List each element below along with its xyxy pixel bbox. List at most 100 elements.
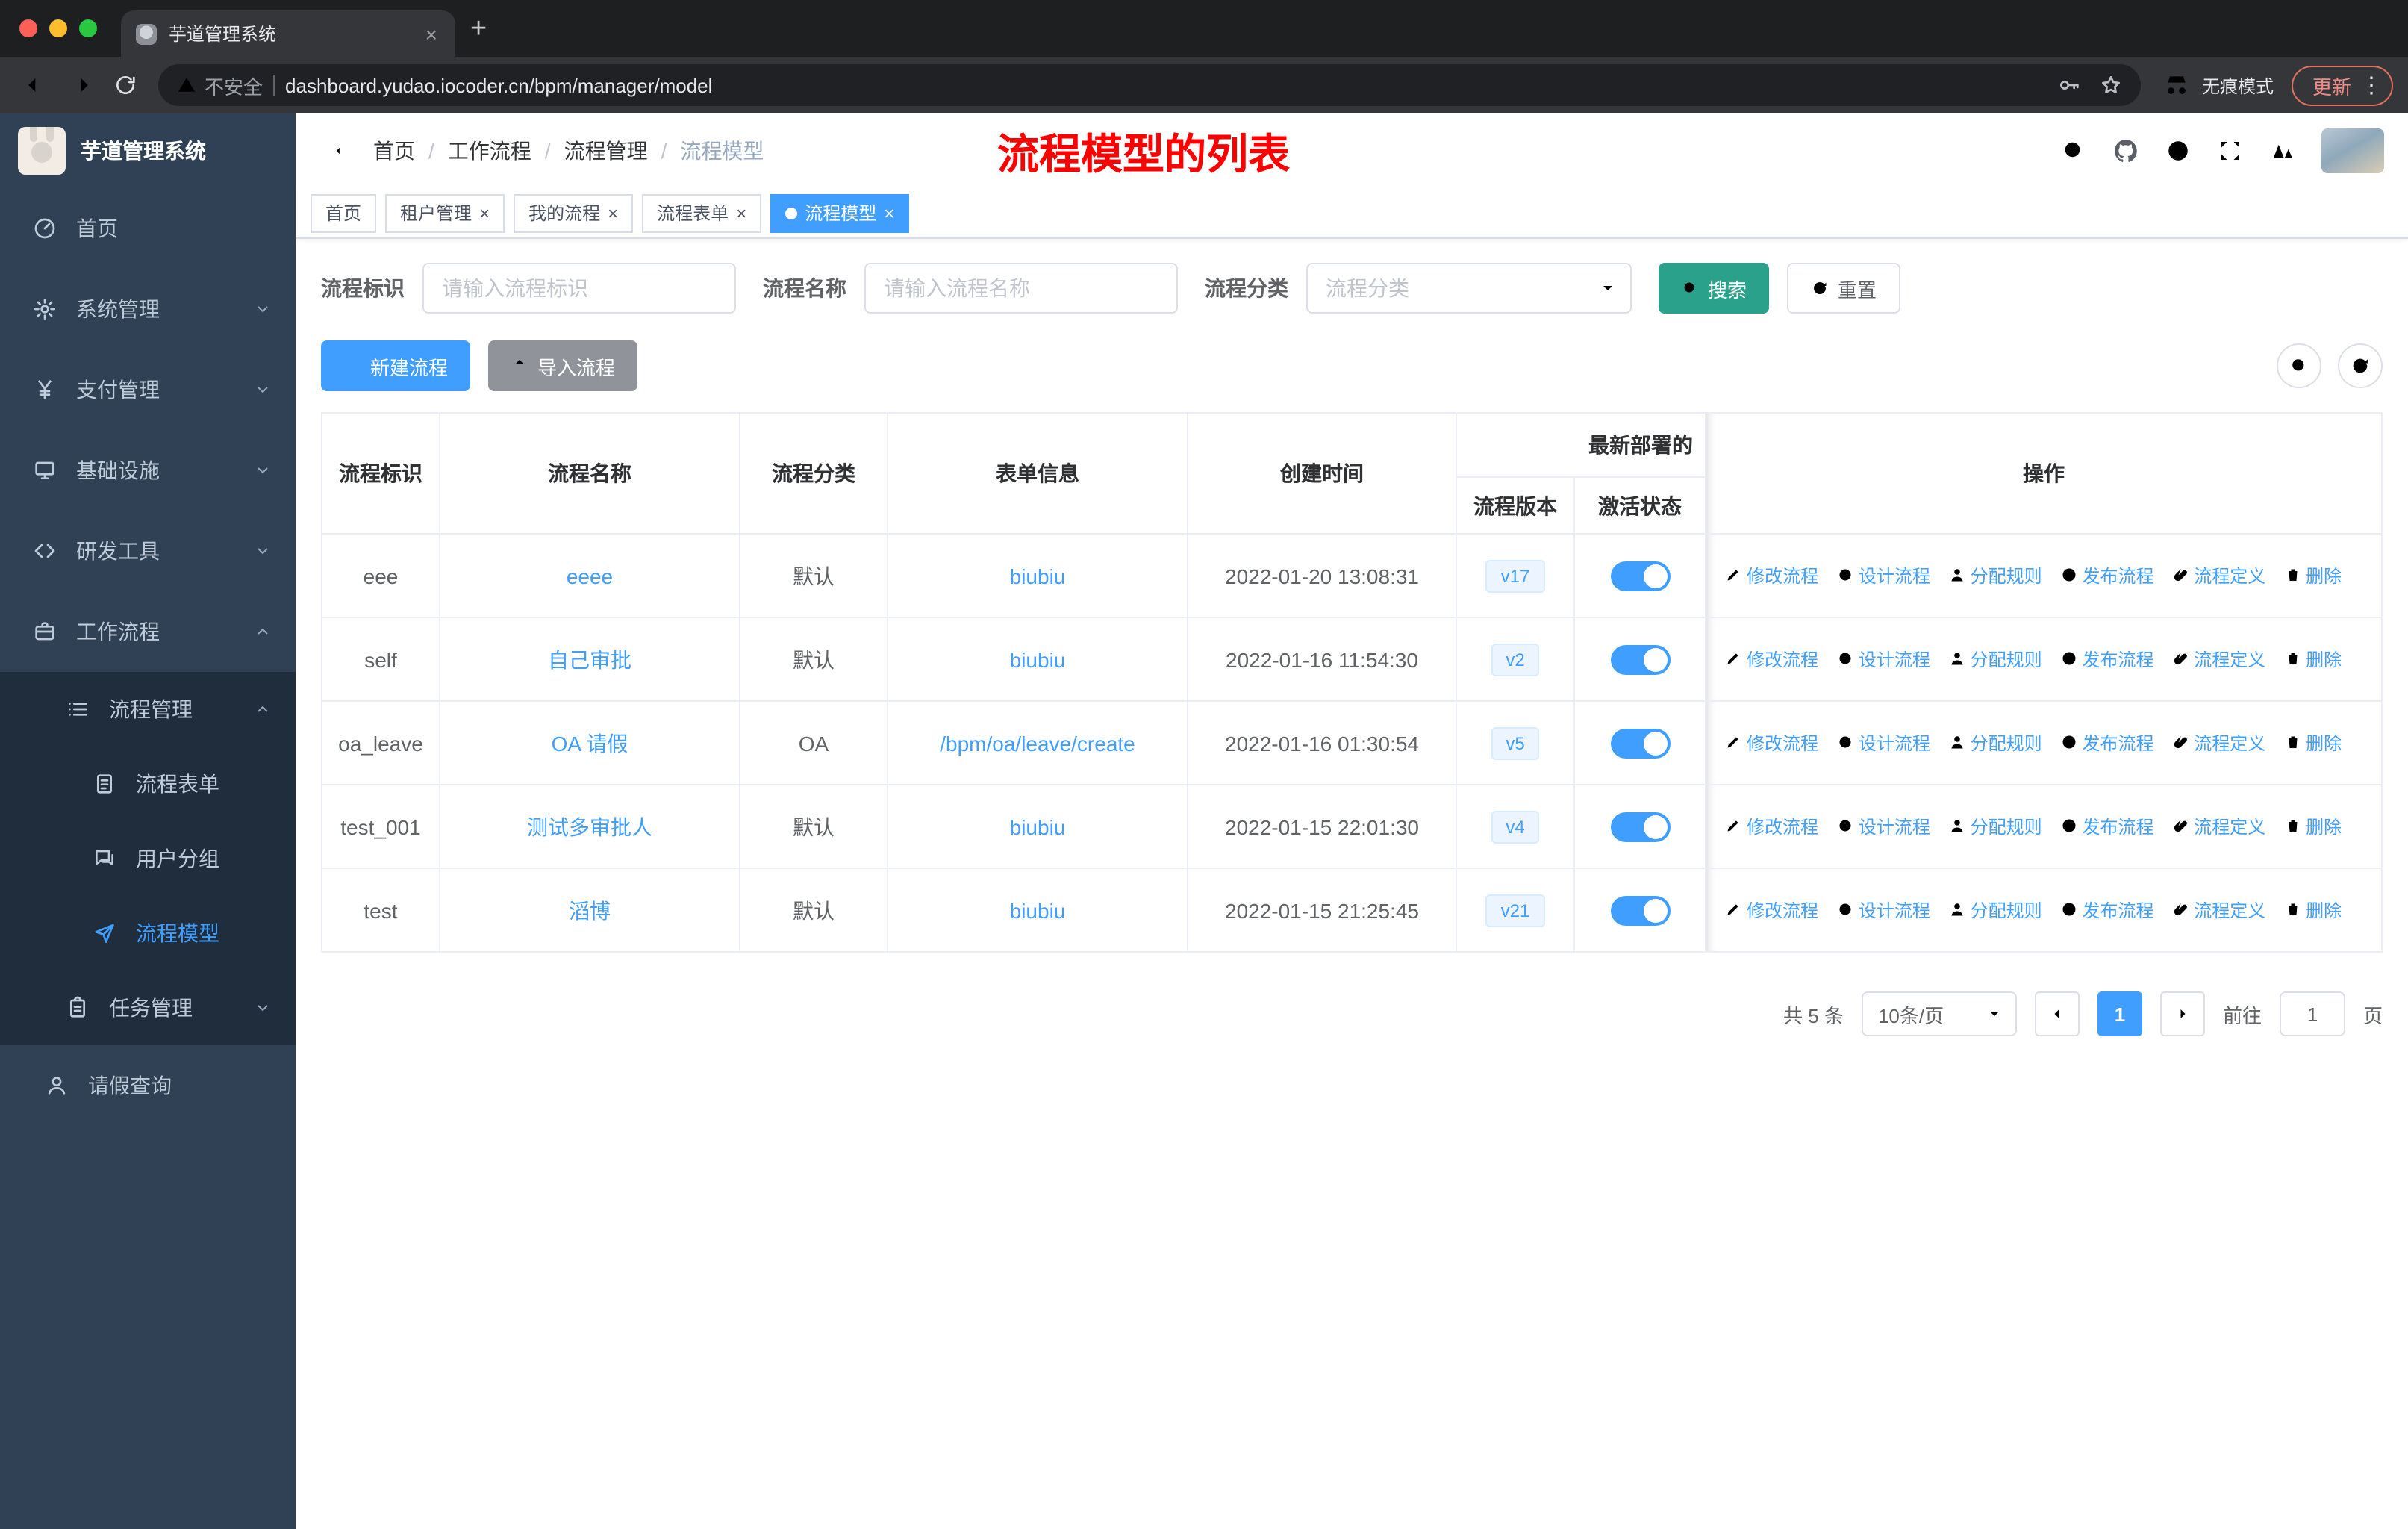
collapse-sidebar-button[interactable] <box>316 136 346 166</box>
back-button[interactable] <box>15 64 57 106</box>
search-button[interactable]: 搜索 <box>1659 263 1770 314</box>
close-icon[interactable]: × <box>479 204 490 222</box>
import-process-button[interactable]: 导入流程 <box>488 340 638 391</box>
process-key-input[interactable] <box>422 263 736 314</box>
reset-button[interactable]: 重置 <box>1787 263 1901 314</box>
tag-process-form[interactable]: 流程表单 × <box>642 193 762 232</box>
tag-home[interactable]: 首页 <box>311 193 377 232</box>
assign-rule-link[interactable]: 分配规则 <box>1948 563 2042 588</box>
form-info-link[interactable]: biubiu <box>1010 564 1066 588</box>
sidebar-item-infrastructure[interactable]: 基础设施 <box>0 430 296 511</box>
active-toggle[interactable] <box>1610 728 1670 758</box>
delete-link[interactable]: 删除 <box>2283 647 2342 672</box>
password-key-icon[interactable] <box>2057 73 2081 97</box>
forward-button[interactable] <box>60 64 102 106</box>
assign-rule-link[interactable]: 分配规则 <box>1948 897 2042 923</box>
design-process-link[interactable]: 设计流程 <box>1836 897 1930 923</box>
breadcrumb-item[interactable]: 流程管理 <box>564 136 648 166</box>
process-definition-link[interactable]: 流程定义 <box>2171 647 2265 672</box>
form-info-link[interactable]: biubiu <box>1010 898 1066 922</box>
user-avatar[interactable] <box>2321 128 2384 173</box>
close-icon[interactable]: × <box>736 204 746 222</box>
assign-rule-link[interactable]: 分配规则 <box>1948 647 2042 672</box>
close-icon[interactable]: × <box>608 204 618 222</box>
tag-process-model[interactable]: 流程模型 × <box>770 193 910 232</box>
menu-dots-icon[interactable]: ⋮ <box>2360 74 2383 96</box>
publish-process-link[interactable]: 发布流程 <box>2059 647 2153 672</box>
design-process-link[interactable]: 设计流程 <box>1836 563 1930 588</box>
tag-my-process[interactable]: 我的流程 × <box>514 193 634 232</box>
fullscreen-button[interactable] <box>2217 137 2244 164</box>
design-process-link[interactable]: 设计流程 <box>1836 814 1930 839</box>
breadcrumb-item[interactable]: 首页 <box>373 136 415 166</box>
next-page-button[interactable] <box>2159 991 2205 1036</box>
create-process-button[interactable]: 新建流程 <box>321 340 471 391</box>
toggle-search-button[interactable] <box>2277 343 2321 388</box>
browser-tab[interactable]: 芋道管理系统 × <box>121 10 455 57</box>
delete-link[interactable]: 删除 <box>2283 814 2342 839</box>
tab-close-icon[interactable]: × <box>422 23 440 44</box>
sidebar-item-system[interactable]: 系统管理 <box>0 269 296 349</box>
page-size-select[interactable]: 10条/页 <box>1861 991 2017 1036</box>
window-zoom-button[interactable] <box>79 19 97 37</box>
sidebar-item-process-form[interactable]: 流程表单 <box>0 747 296 821</box>
process-definition-link[interactable]: 流程定义 <box>2171 814 2265 839</box>
modify-process-link[interactable]: 修改流程 <box>1724 730 1818 756</box>
delete-link[interactable]: 删除 <box>2283 730 2342 756</box>
modify-process-link[interactable]: 修改流程 <box>1724 563 1818 588</box>
modify-process-link[interactable]: 修改流程 <box>1724 897 1818 923</box>
close-icon[interactable]: × <box>884 204 894 222</box>
delete-link[interactable]: 删除 <box>2283 897 2342 923</box>
reload-button[interactable] <box>105 64 146 106</box>
sidebar-item-devtools[interactable]: 研发工具 <box>0 511 296 591</box>
process-definition-link[interactable]: 流程定义 <box>2171 730 2265 756</box>
font-size-button[interactable] <box>2269 137 2296 164</box>
prev-page-button[interactable] <box>2034 991 2080 1036</box>
process-definition-link[interactable]: 流程定义 <box>2171 897 2265 923</box>
category-select[interactable]: 流程分类 <box>1306 263 1632 314</box>
process-name-link[interactable]: OA 请假 <box>552 731 628 755</box>
publish-process-link[interactable]: 发布流程 <box>2059 563 2153 588</box>
process-name-link[interactable]: 自己审批 <box>548 647 631 671</box>
window-close-button[interactable] <box>19 19 37 37</box>
sidebar-item-process-model[interactable]: 流程模型 <box>0 896 296 971</box>
active-toggle[interactable] <box>1610 812 1670 841</box>
header-search-button[interactable] <box>2060 137 2087 164</box>
publish-process-link[interactable]: 发布流程 <box>2059 814 2153 839</box>
sidebar-item-leave-query[interactable]: 请假查询 <box>0 1045 296 1126</box>
active-toggle[interactable] <box>1610 895 1670 925</box>
publish-process-link[interactable]: 发布流程 <box>2059 897 2153 923</box>
goto-page-input[interactable] <box>2279 991 2345 1036</box>
sidebar-item-payment[interactable]: 支付管理 <box>0 349 296 430</box>
delete-link[interactable]: 删除 <box>2283 563 2342 588</box>
form-info-link[interactable]: biubiu <box>1010 815 1066 838</box>
process-definition-link[interactable]: 流程定义 <box>2171 563 2265 588</box>
process-name-link[interactable]: eeee <box>567 564 613 588</box>
refresh-table-button[interactable] <box>2338 343 2383 388</box>
active-toggle[interactable] <box>1610 561 1670 591</box>
browser-update-button[interactable]: 更新 ⋮ <box>2291 65 2393 105</box>
assign-rule-link[interactable]: 分配规则 <box>1948 730 2042 756</box>
sidebar-item-user-group[interactable]: 用户分组 <box>0 821 296 896</box>
current-page-button[interactable]: 1 <box>2097 991 2142 1036</box>
assign-rule-link[interactable]: 分配规则 <box>1948 814 2042 839</box>
process-name-input[interactable] <box>864 263 1178 314</box>
publish-process-link[interactable]: 发布流程 <box>2059 730 2153 756</box>
github-button[interactable] <box>2112 137 2139 164</box>
process-name-link[interactable]: 测试多审批人 <box>527 815 652 838</box>
window-minimize-button[interactable] <box>49 19 67 37</box>
design-process-link[interactable]: 设计流程 <box>1836 647 1930 672</box>
bookmark-star-icon[interactable] <box>2099 73 2123 97</box>
sidebar-item-workflow[interactable]: 工作流程 <box>0 591 296 672</box>
form-info-link[interactable]: /bpm/oa/leave/create <box>940 731 1135 755</box>
form-info-link[interactable]: biubiu <box>1010 647 1066 671</box>
modify-process-link[interactable]: 修改流程 <box>1724 647 1818 672</box>
sidebar-item-task-management[interactable]: 任务管理 <box>0 971 296 1045</box>
address-bar[interactable]: 不安全 dashboard.yudao.iocoder.cn/bpm/manag… <box>158 64 2141 106</box>
active-toggle[interactable] <box>1610 644 1670 674</box>
app-logo[interactable]: 芋道管理系统 <box>0 113 296 188</box>
sidebar-item-process-management[interactable]: 流程管理 <box>0 672 296 747</box>
breadcrumb-item[interactable]: 工作流程 <box>448 136 531 166</box>
help-button[interactable] <box>2165 137 2192 164</box>
modify-process-link[interactable]: 修改流程 <box>1724 814 1818 839</box>
